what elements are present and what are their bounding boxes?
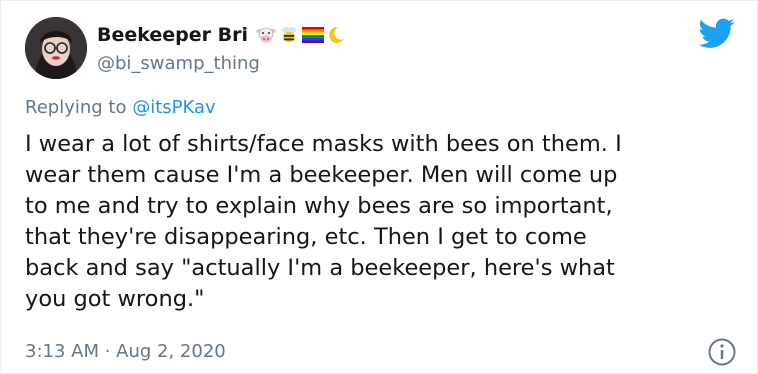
replying-to-label: Replying to — [25, 97, 133, 118]
tweet-timestamp[interactable]: 3:13 AM · Aug 2, 2020 — [25, 341, 226, 362]
tweet-time: 3:13 AM — [25, 341, 99, 362]
twitter-bird-icon[interactable] — [699, 15, 735, 51]
name-emojis — [256, 26, 345, 44]
tweet-date: Aug 2, 2020 — [116, 341, 226, 362]
info-icon[interactable] — [707, 337, 737, 367]
cow-face-icon — [256, 27, 276, 43]
crescent-moon-icon — [329, 26, 344, 43]
display-name[interactable]: Beekeeper Bri — [97, 24, 248, 46]
user-handle[interactable]: @bi_swamp_thing — [97, 53, 260, 74]
rainbow-flag-icon — [302, 27, 324, 43]
meta-separator: · — [99, 341, 117, 362]
replying-to: Replying to @itsPKav — [25, 97, 216, 118]
tweet-text: I wear a lot of shirts/face masks with b… — [25, 131, 622, 312]
reply-mention-link[interactable]: @itsPKav — [132, 97, 215, 118]
tweet-card: Beekeeper Bri @bi_swamp_thing Replying t… — [0, 0, 758, 374]
bee-icon — [282, 27, 296, 42]
avatar-image — [25, 17, 87, 79]
name-row: Beekeeper Bri — [97, 24, 345, 46]
avatar[interactable] — [25, 17, 87, 79]
